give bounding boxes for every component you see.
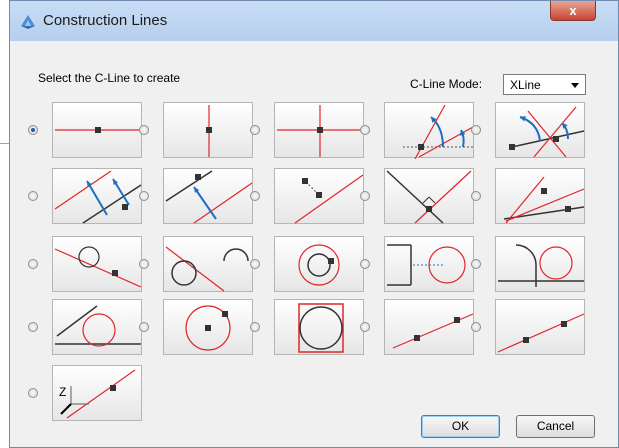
cline-option-two-points[interactable] [384, 299, 474, 355]
prompt-label: Select the C-Line to create [38, 71, 181, 85]
radio-z-axis[interactable] [28, 388, 38, 398]
cline-mode-value: XLine [510, 78, 541, 92]
radio-tangent-circle-line[interactable] [28, 259, 38, 269]
cline-mode-select[interactable]: XLine [503, 74, 586, 95]
radio-angle[interactable] [360, 125, 370, 135]
cline-option-tangent-line-circle[interactable] [52, 299, 142, 355]
two-points-icon [392, 313, 474, 349]
radio-cross[interactable] [250, 125, 260, 135]
tangent-two-circles-icon [165, 246, 249, 292]
cline-option-circle-square[interactable] [274, 299, 364, 355]
radio-angle-from-line[interactable] [471, 191, 481, 201]
cline-option-tangent-arc-line[interactable] [495, 236, 585, 292]
cline-option-tangent-circle-line[interactable] [52, 236, 142, 292]
radio-bisector[interactable] [360, 191, 370, 201]
tangent-line-circle-icon [55, 305, 141, 347]
cline-option-angle-between[interactable] [495, 102, 585, 158]
radio-tangent-two-circles[interactable] [139, 259, 149, 269]
cline-option-horizontal[interactable] [52, 102, 142, 158]
radio-tangent-circle-horizontal[interactable] [360, 259, 370, 269]
angle-between-icon [509, 106, 585, 158]
tangent-circle-horizontal-icon [387, 244, 466, 286]
svg-text:Z: Z [59, 385, 66, 399]
cline-option-angle-from-line[interactable] [495, 168, 585, 224]
parallel-point-icon [165, 170, 253, 224]
cross-icon [277, 105, 363, 157]
cline-option-cross[interactable] [274, 102, 364, 158]
ok-button[interactable]: OK [421, 415, 500, 438]
cline-option-two-points-extended[interactable] [495, 299, 585, 355]
radio-tangent-line-circle[interactable] [28, 322, 38, 332]
cline-option-tangent-two-circles[interactable] [163, 236, 253, 292]
close-button[interactable]: x [550, 1, 596, 21]
vertical-icon [206, 105, 212, 157]
radio-parallel-distance[interactable] [28, 191, 38, 201]
construction-lines-dialog: Construction Lines x Select the C-Line t… [9, 0, 619, 448]
cline-option-circle-center[interactable] [163, 299, 253, 355]
circle-center-icon [185, 305, 231, 351]
cline-option-angle[interactable] [384, 102, 474, 159]
two-points-extended-icon [497, 313, 585, 353]
radio-angle-between[interactable] [471, 125, 481, 135]
radio-tangent-arc-line[interactable] [471, 259, 481, 269]
cline-option-parallel-point[interactable] [163, 168, 253, 224]
cline-option-perpendicular[interactable] [274, 168, 364, 224]
cline-option-parallel-distance[interactable] [52, 168, 142, 224]
close-icon: x [569, 3, 577, 18]
cline-option-tangent-circle-point[interactable] [274, 236, 364, 292]
cline-option-z-axis[interactable]: Z [52, 365, 142, 421]
radio-horizontal[interactable] [28, 125, 38, 135]
perpendicular-icon [294, 174, 364, 224]
radio-circle-square[interactable] [250, 322, 260, 332]
title-bar[interactable]: Construction Lines x [10, 1, 618, 41]
cline-option-bisector[interactable] [384, 168, 474, 224]
cline-mode-label: C-Line Mode: [410, 77, 483, 91]
radio-two-points[interactable] [360, 322, 370, 332]
horizontal-icon [55, 127, 141, 133]
window-title: Construction Lines [43, 12, 168, 29]
radio-perpendicular[interactable] [250, 191, 260, 201]
radio-vertical[interactable] [139, 125, 149, 135]
radio-circle-center[interactable] [139, 322, 149, 332]
radio-parallel-point[interactable] [139, 191, 149, 201]
chevron-down-icon [571, 83, 579, 88]
app-icon [21, 15, 35, 29]
angle-from-line-icon [503, 176, 585, 224]
z-axis-icon: Z [59, 369, 136, 419]
tangent-circle-point-icon [298, 244, 340, 286]
tangent-circle-line-icon [54, 246, 142, 288]
radio-two-points-extended[interactable] [471, 322, 481, 332]
dialog-body: Select the C-Line to create C-Line Mode:… [12, 41, 616, 447]
radio-tangent-circle-point[interactable] [250, 259, 260, 269]
circle-square-icon [298, 303, 344, 353]
bisector-icon [386, 170, 472, 224]
cline-option-tangent-circle-horizontal[interactable] [384, 236, 474, 292]
tangent-arc-line-icon [498, 244, 584, 287]
angle-icon [403, 104, 474, 159]
parallel-distance-icon [54, 170, 142, 224]
cancel-button[interactable]: Cancel [516, 415, 595, 438]
cline-option-vertical[interactable] [163, 102, 253, 158]
